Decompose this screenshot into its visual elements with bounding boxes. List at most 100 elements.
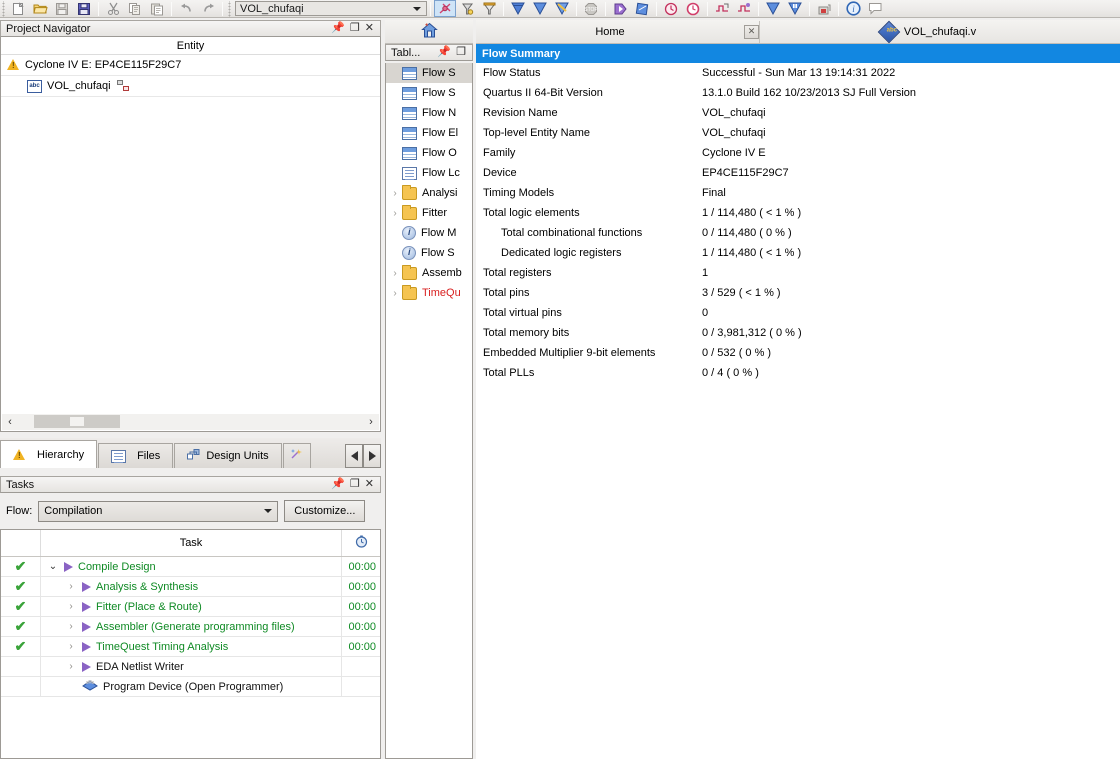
toolbar-grip[interactable] <box>226 0 233 17</box>
toc-row[interactable]: › Fitter <box>386 203 472 223</box>
chevron-right-icon[interactable]: › <box>65 661 77 672</box>
flow-summary-row[interactable]: Top-level Entity Name VOL_chufaqi <box>476 123 1120 143</box>
chevron-right-icon[interactable]: › <box>388 188 402 199</box>
download-alt-icon[interactable] <box>784 0 806 17</box>
toc-row[interactable]: › Assemb <box>386 263 472 283</box>
task-row[interactable]: › EDA Netlist Writer <box>1 657 380 677</box>
task-name-cell[interactable]: › TimeQuest Timing Analysis <box>41 637 342 656</box>
task-row[interactable]: ✔ › TimeQuest Timing Analysis 00:00 <box>1 637 380 657</box>
chevron-right-icon[interactable] <box>363 444 381 468</box>
task-row[interactable]: ✔ › Analysis & Synthesis 00:00 <box>1 577 380 597</box>
start-analysis-icon[interactable] <box>529 0 551 17</box>
toolbar-grip[interactable] <box>0 0 7 17</box>
stop-icon[interactable]: STOP <box>580 0 602 17</box>
task-name-cell[interactable]: › Fitter (Place & Route) <box>41 597 342 616</box>
tasks-time-column-header[interactable] <box>342 530 380 556</box>
flow-summary-row[interactable]: Flow Status Successful - Sun Mar 13 19:14… <box>476 63 1120 83</box>
toc-row[interactable]: Flow S <box>386 243 472 263</box>
restore-icon[interactable]: ❐ <box>456 47 466 58</box>
hscroll-track[interactable] <box>18 414 363 430</box>
start-simulation-icon[interactable] <box>609 0 631 17</box>
tab-files[interactable]: Files <box>98 443 174 468</box>
scroll-left-icon[interactable]: ‹ <box>2 414 18 430</box>
chevron-right-icon[interactable]: › <box>388 268 402 279</box>
start-fitter-icon[interactable] <box>551 0 573 17</box>
comment-icon[interactable] <box>864 0 886 17</box>
flow-summary-row[interactable]: Dedicated logic registers 1 / 114,480 ( <… <box>476 243 1120 263</box>
customize-button[interactable]: Customize... <box>284 500 366 522</box>
start-compilation-icon[interactable] <box>507 0 529 17</box>
redo-icon[interactable] <box>197 0 219 17</box>
document-tab-verilog[interactable]: abc VOL_chufaqi.v <box>760 20 1120 43</box>
toc-row[interactable]: Flow N <box>386 103 472 123</box>
flow-summary-row[interactable]: Total combinational functions 0 / 114,480… <box>476 223 1120 243</box>
chevron-right-icon[interactable]: › <box>65 601 77 612</box>
flow-summary-row[interactable]: Total registers 1 <box>476 263 1120 283</box>
play-icon[interactable] <box>64 561 73 572</box>
flow-summary-row[interactable]: Revision Name VOL_chufaqi <box>476 103 1120 123</box>
task-name-cell[interactable]: › EDA Netlist Writer <box>41 657 342 676</box>
chevron-right-icon[interactable]: › <box>65 641 77 652</box>
toc-row[interactable]: › TimeQu <box>386 283 472 303</box>
rtl-viewer-icon[interactable] <box>631 0 653 17</box>
scroll-right-icon[interactable]: › <box>363 414 379 430</box>
toc-row[interactable]: Flow S <box>386 63 472 83</box>
task-row[interactable]: ✔ › Assembler (Generate programming files)… <box>1 617 380 637</box>
play-icon[interactable] <box>82 601 91 612</box>
signaltap-icon[interactable] <box>711 0 733 17</box>
chevron-down-icon[interactable]: ⌄ <box>47 561 59 572</box>
undo-icon[interactable] <box>175 0 197 17</box>
chevron-right-icon[interactable]: › <box>65 621 77 632</box>
flow-summary-row[interactable]: Family Cyclone IV E <box>476 143 1120 163</box>
task-row[interactable]: ✔ ⌄ Compile Design 00:00 <box>1 557 380 577</box>
flow-summary-row[interactable]: Total memory bits 0 / 3,981,312 ( 0 % ) <box>476 323 1120 343</box>
save-all-icon[interactable] <box>73 0 95 17</box>
close-icon[interactable]: ✕ <box>365 23 374 34</box>
restore-icon[interactable]: ❐ <box>350 23 360 34</box>
compilation-tool-icon[interactable] <box>434 0 456 17</box>
hscroll-thumb[interactable] <box>34 415 120 428</box>
flow-summary-row[interactable]: Device EP4CE115F29C7 <box>476 163 1120 183</box>
task-row[interactable]: ✔ › Fitter (Place & Route) 00:00 <box>1 597 380 617</box>
programmer-icon[interactable] <box>813 0 835 17</box>
chevron-down-icon[interactable] <box>264 502 273 521</box>
toc-row[interactable]: › Analysi <box>386 183 472 203</box>
toc-row[interactable]: Flow O <box>386 143 472 163</box>
chevron-left-icon[interactable] <box>345 444 363 468</box>
signal-probe-icon[interactable] <box>733 0 755 17</box>
task-row[interactable]: Program Device (Open Programmer) <box>1 677 380 697</box>
toc-row[interactable]: Flow El <box>386 123 472 143</box>
save-icon[interactable] <box>51 0 73 17</box>
flow-summary-row[interactable]: Timing Models Final <box>476 183 1120 203</box>
copy-icon[interactable] <box>124 0 146 17</box>
chevron-right-icon[interactable]: › <box>388 288 402 299</box>
new-file-icon[interactable] <box>7 0 29 17</box>
flow-summary-row[interactable]: Total virtual pins 0 <box>476 303 1120 323</box>
toc-row[interactable]: Flow M <box>386 223 472 243</box>
programmer-icon[interactable] <box>82 679 98 695</box>
flow-select[interactable]: Compilation <box>38 500 279 522</box>
pin-icon[interactable]: 📌 <box>331 479 345 490</box>
tab-design-units[interactable]: Design Units <box>174 443 282 468</box>
tasks-status-column-header[interactable] <box>1 530 41 556</box>
task-name-cell[interactable]: ⌄ Compile Design <box>41 557 342 576</box>
play-icon[interactable] <box>82 581 91 592</box>
pin-icon[interactable]: 📌 <box>437 47 451 58</box>
document-tab-home[interactable]: Home <box>476 20 744 43</box>
entity-column-header[interactable]: Entity <box>1 37 380 55</box>
toc-row[interactable]: Flow Lc <box>386 163 472 183</box>
project-navigator-hscrollbar[interactable]: ‹ › <box>2 414 379 430</box>
task-name-cell[interactable]: › Analysis & Synthesis <box>41 577 342 596</box>
clock-icon[interactable] <box>682 0 704 17</box>
pin-icon[interactable]: 📌 <box>331 23 345 34</box>
timing-analyzer-icon[interactable] <box>660 0 682 17</box>
paste-icon[interactable] <box>146 0 168 17</box>
hierarchy-icon[interactable] <box>116 80 131 92</box>
flow-summary-row[interactable]: Quartus II 64-Bit Version 13.1.0 Build 16… <box>476 83 1120 103</box>
pin-planner-icon[interactable] <box>456 0 478 17</box>
chevron-right-icon[interactable]: › <box>65 581 77 592</box>
play-icon[interactable] <box>82 641 91 652</box>
toc-row[interactable]: Flow S <box>386 83 472 103</box>
home-tab-button[interactable] <box>385 20 473 44</box>
open-folder-icon[interactable] <box>29 0 51 17</box>
